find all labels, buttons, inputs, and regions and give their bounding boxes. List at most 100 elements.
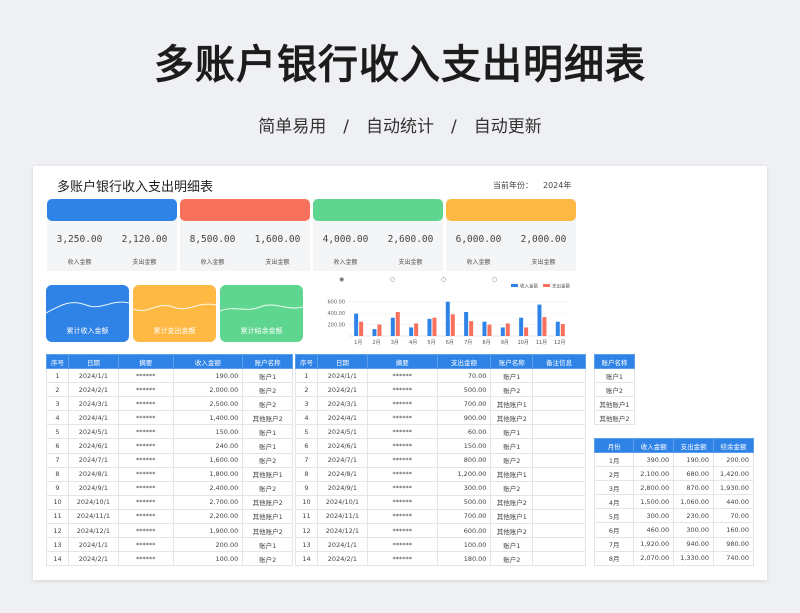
expense-header[interactable]: 序号 — [295, 354, 318, 369]
table-cell[interactable]: ****** — [366, 438, 438, 454]
table-cell[interactable]: ****** — [366, 551, 438, 567]
table-cell[interactable]: 8月 — [593, 550, 635, 566]
table-cell[interactable]: 账户2 — [490, 480, 534, 496]
table-cell[interactable]: 1,920.00 — [633, 536, 675, 552]
table-cell[interactable]: 1,400.00 — [172, 410, 244, 426]
table-cell[interactable]: 1,330.00 — [673, 550, 715, 566]
table-cell[interactable]: 账户2 — [490, 452, 534, 468]
table-cell[interactable]: 4 — [295, 410, 318, 426]
table-cell[interactable]: 2024/2/1 — [316, 382, 368, 398]
table-cell[interactable]: 390.00 — [633, 451, 675, 468]
table-cell[interactable]: 账户2 — [242, 551, 293, 567]
table-cell[interactable]: 14 — [295, 551, 318, 567]
table-cell[interactable] — [532, 537, 586, 553]
table-cell[interactable]: 160.00 — [713, 522, 754, 538]
table-cell[interactable]: 2月 — [593, 466, 635, 482]
table-cell[interactable]: 其他账户1 — [594, 396, 635, 412]
table-cell[interactable]: ****** — [117, 438, 174, 454]
table-cell[interactable]: 2024/4/1 — [67, 410, 119, 426]
table-cell[interactable]: 13 — [46, 537, 69, 553]
table-cell[interactable]: 7 — [295, 452, 318, 468]
table-cell[interactable]: 账户1 — [490, 438, 534, 454]
table-cell[interactable]: 账户2 — [242, 382, 293, 398]
table-cell[interactable] — [532, 424, 586, 440]
table-cell[interactable]: 440.00 — [713, 494, 754, 510]
table-cell[interactable]: 2,000.00 — [172, 382, 244, 398]
table-cell[interactable]: ****** — [366, 466, 438, 482]
table-cell[interactable]: 账户1 — [594, 367, 635, 384]
table-cell[interactable]: 其他账户2 — [242, 523, 293, 539]
income-header[interactable]: 摘要 — [117, 354, 174, 369]
table-cell[interactable]: 700.00 — [436, 508, 492, 525]
table-cell[interactable]: 190.00 — [172, 367, 244, 384]
table-cell[interactable]: 4 — [46, 410, 69, 426]
table-cell[interactable]: 2024/5/1 — [67, 424, 119, 440]
table-cell[interactable]: 70.00 — [713, 508, 754, 524]
table-cell[interactable]: 13 — [295, 537, 318, 553]
income-header[interactable]: 收入金额 — [172, 354, 244, 369]
table-cell[interactable]: 1,900.00 — [172, 523, 244, 539]
table-cell[interactable] — [532, 382, 586, 398]
table-cell[interactable]: 1,420.00 — [713, 466, 754, 482]
table-cell[interactable]: ****** — [117, 494, 174, 510]
table-cell[interactable]: ****** — [117, 551, 174, 567]
table-cell[interactable]: 2024/9/1 — [67, 480, 119, 496]
month-header[interactable]: 支出金额 — [673, 438, 715, 453]
table-cell[interactable]: 680.00 — [673, 466, 715, 482]
table-cell[interactable]: 11 — [295, 508, 318, 525]
table-cell[interactable]: ****** — [366, 396, 438, 412]
table-cell[interactable]: 60.00 — [436, 424, 492, 440]
table-cell[interactable]: 2024/6/1 — [67, 438, 119, 454]
table-cell[interactable]: 2024/5/1 — [316, 424, 368, 440]
table-cell[interactable]: 其他账户2 — [490, 410, 534, 426]
table-cell[interactable]: 940.00 — [673, 536, 715, 552]
table-cell[interactable]: ****** — [366, 494, 438, 510]
table-cell[interactable]: 240.00 — [172, 438, 244, 454]
table-cell[interactable]: 2024/12/1 — [67, 523, 119, 539]
table-cell[interactable]: 2024/10/1 — [316, 494, 368, 510]
table-cell[interactable]: 12 — [295, 523, 318, 539]
table-cell[interactable]: 100.00 — [436, 537, 492, 553]
table-cell[interactable]: ****** — [117, 452, 174, 468]
table-cell[interactable]: 账户2 — [490, 382, 534, 398]
table-cell[interactable]: ****** — [366, 410, 438, 426]
expense-header[interactable]: 日期 — [316, 354, 368, 369]
table-cell[interactable]: 500.00 — [436, 494, 492, 510]
table-cell[interactable]: ****** — [117, 537, 174, 553]
table-cell[interactable]: 5 — [46, 424, 69, 440]
table-cell[interactable]: 2,500.00 — [172, 396, 244, 412]
table-cell[interactable]: ****** — [366, 367, 438, 384]
table-cell[interactable]: 2024/1/1 — [316, 367, 368, 384]
table-cell[interactable]: 230.00 — [673, 508, 715, 524]
table-cell[interactable]: 3 — [46, 396, 69, 412]
table-cell[interactable] — [532, 452, 586, 468]
table-cell[interactable]: 2024/7/1 — [316, 452, 368, 468]
table-cell[interactable]: 2024/10/1 — [67, 494, 119, 510]
expense-header[interactable]: 账户名称 — [490, 354, 534, 369]
table-cell[interactable]: 3 — [295, 396, 318, 412]
table-cell[interactable]: 其他账户2 — [242, 494, 293, 510]
table-cell[interactable] — [532, 494, 586, 510]
table-cell[interactable]: 150.00 — [172, 424, 244, 440]
table-cell[interactable] — [532, 396, 586, 412]
table-cell[interactable]: 2024/1/1 — [67, 367, 119, 384]
table-cell[interactable]: 2,070.00 — [633, 550, 675, 566]
table-cell[interactable]: 1,930.00 — [713, 480, 754, 496]
table-cell[interactable]: 3月 — [593, 480, 635, 496]
table-cell[interactable]: 2024/11/1 — [316, 508, 368, 525]
table-cell[interactable]: 2,200.00 — [172, 508, 244, 525]
table-cell[interactable]: 1,200.00 — [436, 466, 492, 482]
table-cell[interactable]: 300.00 — [436, 480, 492, 496]
table-cell[interactable]: 1,800.00 — [172, 466, 244, 482]
table-cell[interactable]: 账户1 — [242, 537, 293, 553]
table-cell[interactable]: 6 — [295, 438, 318, 454]
table-cell[interactable] — [532, 551, 586, 567]
table-cell[interactable]: 2024/7/1 — [67, 452, 119, 468]
table-cell[interactable] — [532, 367, 586, 384]
table-cell[interactable]: ****** — [117, 508, 174, 525]
table-cell[interactable]: ****** — [366, 537, 438, 553]
table-cell[interactable]: 7 — [46, 452, 69, 468]
table-cell[interactable]: 账户2 — [242, 396, 293, 412]
table-cell[interactable]: 7月 — [593, 536, 635, 552]
table-cell[interactable]: 1,060.00 — [673, 494, 715, 510]
